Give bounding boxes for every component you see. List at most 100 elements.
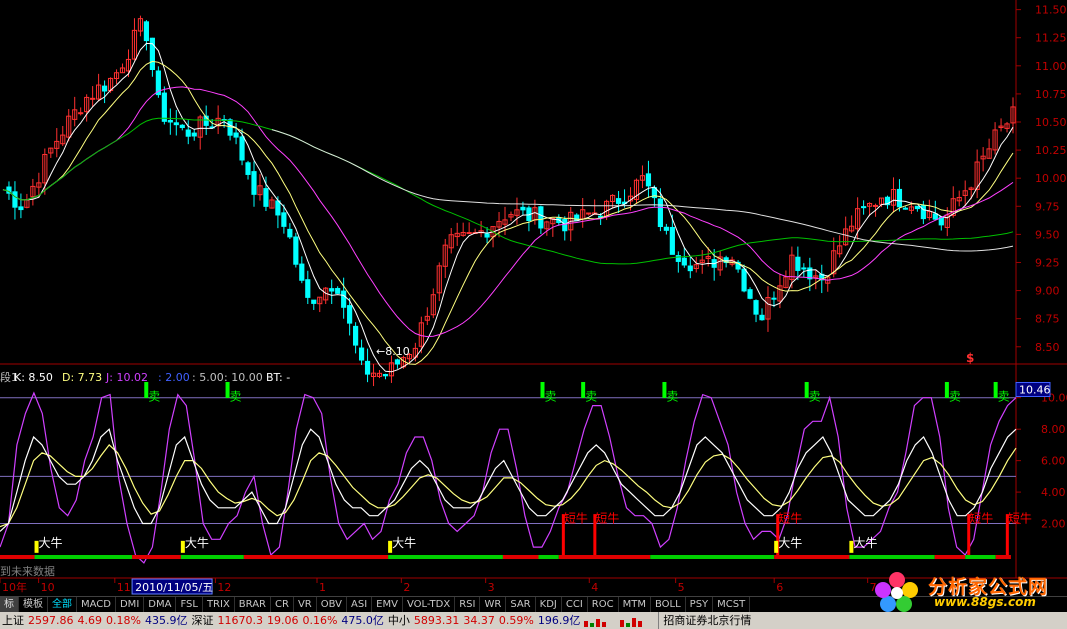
- candle-body: [305, 279, 311, 298]
- candle-body: [239, 136, 245, 161]
- candle-body: [90, 97, 96, 100]
- signal-bar-segment: [650, 555, 775, 559]
- sell-signal-label: 卖: [809, 390, 821, 404]
- signal-bar-segment: [34, 555, 133, 559]
- date-cursor-label: 2010/11/05/五: [135, 581, 213, 594]
- sh-index-change: 4.69: [77, 614, 103, 627]
- indicator-tab-16[interactable]: WR: [480, 597, 507, 613]
- candle-body: [78, 112, 84, 115]
- indicator-tab-4[interactable]: DMI: [116, 597, 145, 613]
- current-value-label: 10.46: [1019, 383, 1051, 396]
- candle-body: [143, 21, 150, 42]
- price-tick-label: 11.00: [1035, 60, 1067, 73]
- candle-body: [101, 85, 108, 92]
- indicator-tab-6[interactable]: FSL: [176, 597, 203, 613]
- candle-body: [251, 171, 257, 195]
- indicator-tab-23[interactable]: PSY: [686, 597, 714, 613]
- future-data-label: 到未来数据: [0, 564, 55, 578]
- sh-index-value: 2597.86: [28, 614, 74, 627]
- sell-signal-label: 卖: [998, 390, 1010, 404]
- time-tick-label: 2: [403, 581, 410, 594]
- candle-body: [914, 205, 920, 210]
- signal-bar-segment: [538, 555, 559, 559]
- indicator-tab-3[interactable]: MACD: [77, 597, 116, 613]
- big-bull-label: 大牛: [39, 535, 63, 550]
- candle-body: [872, 204, 879, 207]
- indicator-tab-0[interactable]: 标: [0, 597, 19, 613]
- sh-index-volume: 435.9亿: [144, 614, 188, 627]
- indicator-tab-13[interactable]: EMV: [372, 597, 403, 613]
- signal-bar-segment: [965, 555, 996, 559]
- indicator-tab-19[interactable]: CCI: [562, 597, 588, 613]
- candle-body: [311, 299, 317, 304]
- indicator-tab-7[interactable]: TRIX: [203, 597, 235, 613]
- candle-body: [185, 129, 191, 137]
- candle-body: [275, 200, 281, 216]
- short-bull-label: 短牛: [1008, 510, 1032, 525]
- indicator-tab-10[interactable]: VR: [294, 597, 317, 613]
- candle-body: [263, 188, 269, 207]
- signal-bar-segment: [934, 555, 966, 559]
- candle-body: [681, 257, 687, 266]
- candle-body: [281, 212, 287, 227]
- candle-body: [615, 198, 622, 204]
- indicator-tab-24[interactable]: MCST: [713, 597, 751, 613]
- indicator-tab-12[interactable]: ASI: [347, 597, 373, 613]
- time-tick-label: 12: [217, 581, 231, 594]
- signal-bar-segment: [502, 555, 539, 559]
- mini-volume-graph: [584, 618, 643, 627]
- big-bull-label: 大牛: [392, 535, 416, 550]
- price-panel: 11.50 11.25 11.00 10.75 10.50 10.25 10.00 9.75 9…: [0, 0, 1067, 579]
- candle-body: [18, 206, 24, 211]
- candlesticks: [6, 15, 1016, 387]
- zx-index-label: 中小: [387, 614, 410, 627]
- indicator-tab-21[interactable]: MTM: [619, 597, 651, 613]
- site-logo: 分析家公式网 www.88gs.com: [868, 570, 1064, 612]
- k-line: [0, 428, 1017, 532]
- sell-signal-label: 卖: [545, 390, 557, 404]
- time-tick-label: 11: [117, 581, 131, 594]
- stock-chart[interactable]: 11.50 11.25 11.00 10.75 10.50 10.25 10.00 9.75 9…: [0, 0, 1067, 596]
- candle-body: [358, 347, 365, 361]
- indicator-tab-15[interactable]: RSI: [455, 597, 481, 613]
- signal-bar-segment: [995, 555, 1011, 559]
- candle-body: [687, 265, 693, 272]
- indicator-tab-14[interactable]: VOL-TDX: [403, 597, 456, 613]
- indicator-tab-22[interactable]: BOLL: [651, 597, 686, 613]
- flower-logo-icon: [875, 572, 918, 612]
- zx-index-change: 34.37: [463, 614, 495, 627]
- time-tick-label: 1: [319, 581, 326, 594]
- indicator-tab-9[interactable]: CR: [271, 597, 294, 613]
- indicator-tab-11[interactable]: OBV: [317, 597, 347, 613]
- indicator-tab-5[interactable]: DMA: [144, 597, 177, 613]
- candle-body: [663, 226, 669, 231]
- candle-body: [394, 359, 401, 365]
- candle-body: [364, 360, 371, 375]
- candle-body: [753, 300, 759, 315]
- sh-index-label: 上证: [2, 614, 24, 627]
- candle-body: [562, 218, 568, 232]
- signal-bar-segment: [849, 555, 935, 559]
- indicator-tab-2[interactable]: 全部: [48, 597, 77, 613]
- indicator-tab-17[interactable]: SAR: [506, 597, 536, 613]
- candle-body: [161, 92, 167, 122]
- sz-index-value: 11670.3: [217, 614, 263, 627]
- candle-body: [179, 124, 185, 129]
- price-tick-label: 10.75: [1035, 88, 1067, 101]
- indicator-tab-1[interactable]: 模板: [19, 597, 48, 613]
- price-tick-label: 9.50: [1035, 228, 1060, 241]
- candle-body: [896, 188, 903, 208]
- indicator-tick-label: 4.00: [1041, 486, 1066, 499]
- big-bull-label: 大牛: [853, 535, 877, 550]
- signal-bar-segment: [558, 555, 651, 559]
- candle-body: [920, 205, 926, 220]
- signal-bar-segment: [132, 555, 181, 559]
- candle-body: [287, 228, 293, 238]
- candle-body: [233, 132, 239, 138]
- big-bull-label: 大牛: [185, 535, 209, 550]
- price-tick-label: 9.00: [1035, 285, 1060, 298]
- indicator-tab-20[interactable]: ROC: [588, 597, 619, 613]
- indicator-tab-8[interactable]: BRAR: [235, 597, 271, 613]
- broker-label[interactable]: 招商证券北京行情: [658, 612, 755, 629]
- indicator-tab-18[interactable]: KDJ: [536, 597, 562, 613]
